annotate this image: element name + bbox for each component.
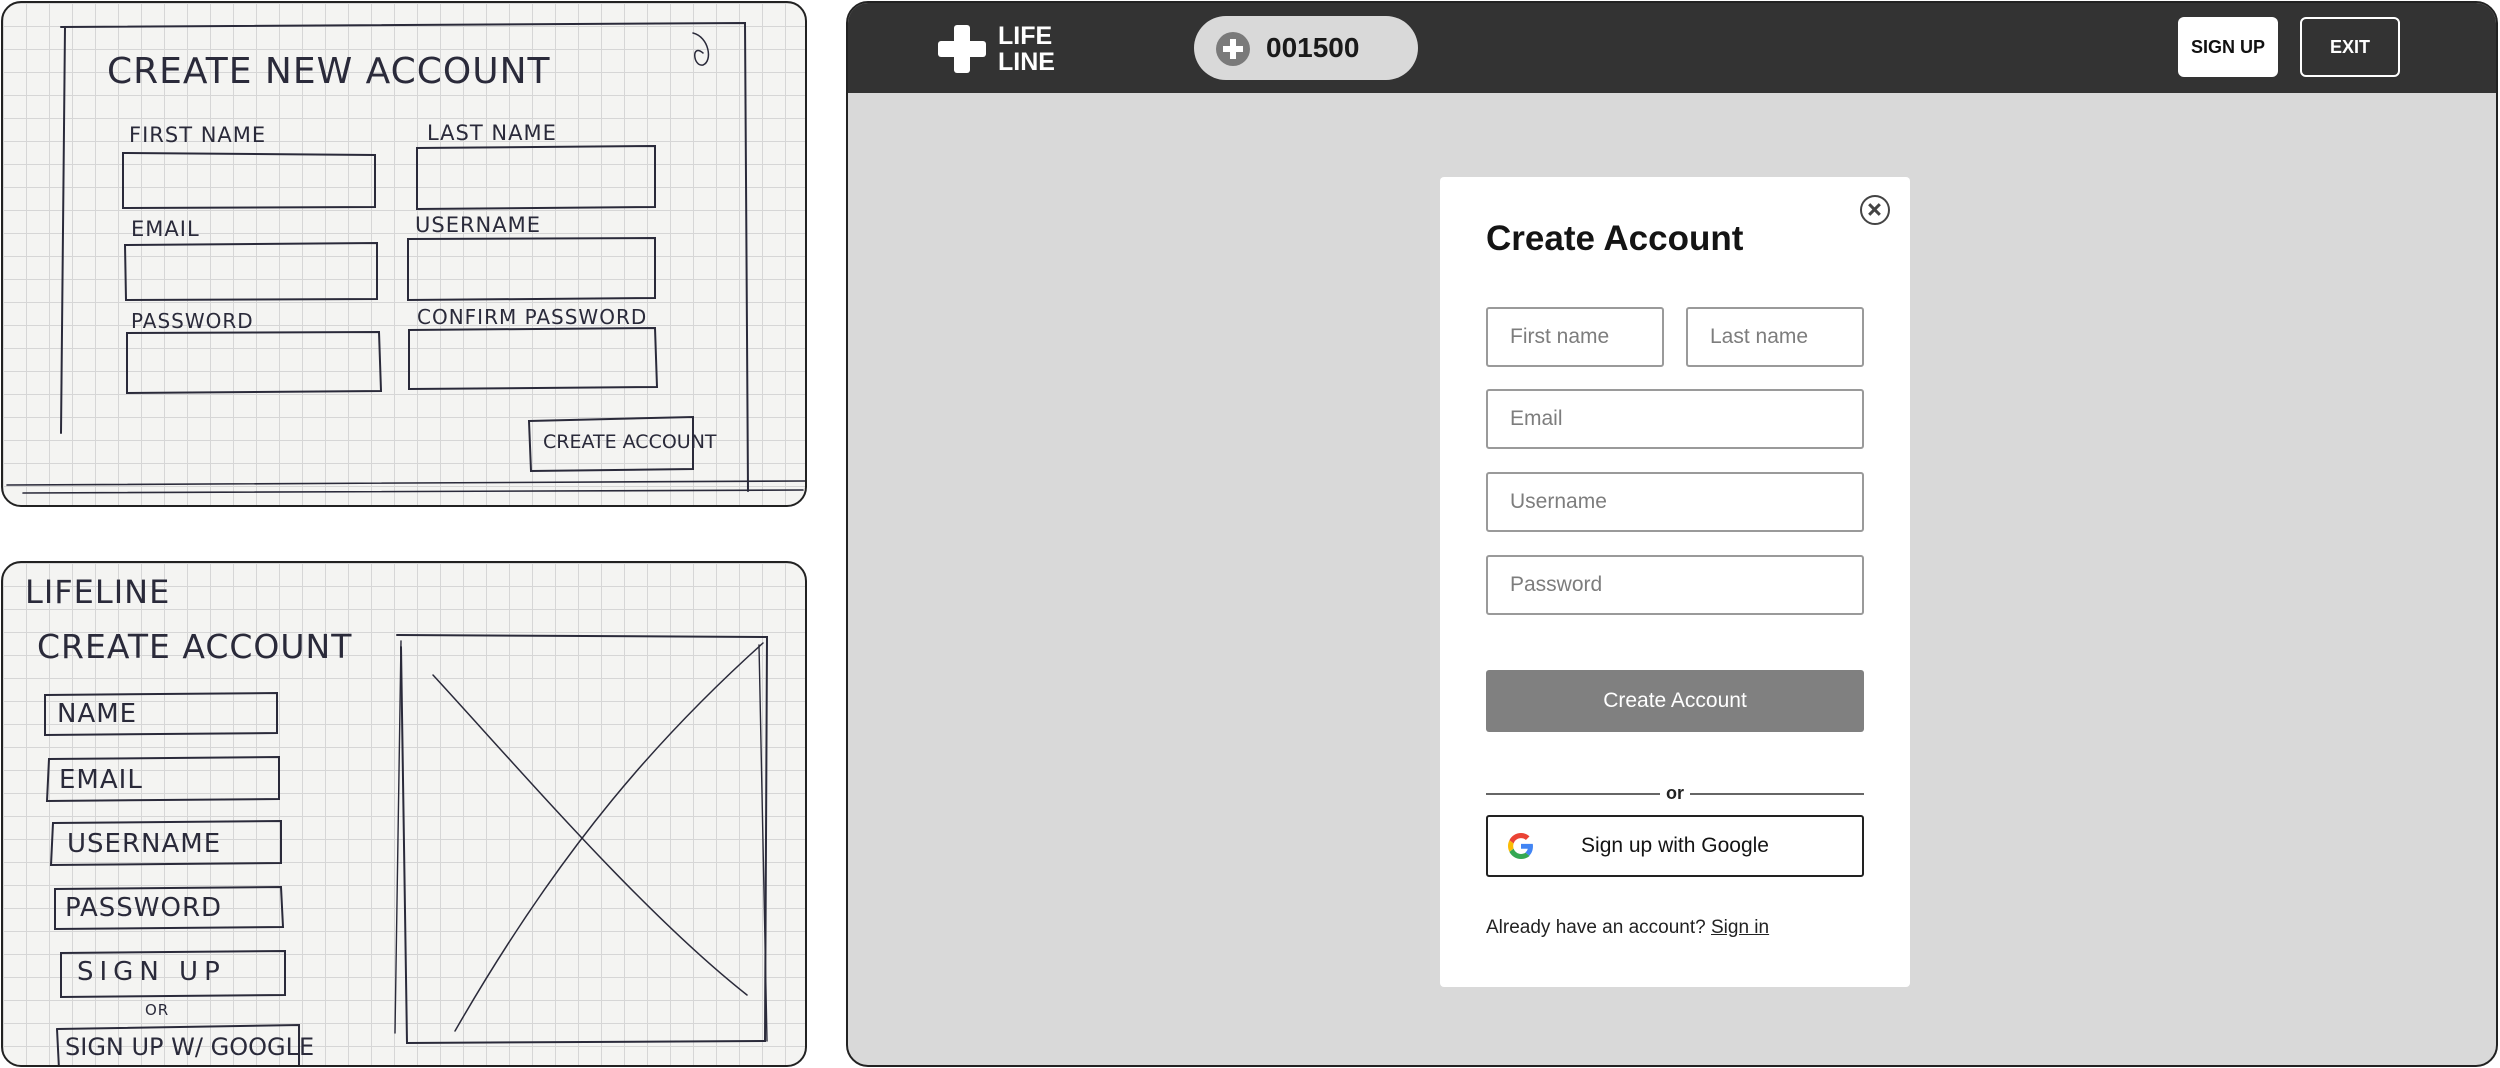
sketch-title: CREATE NEW ACCOUNT [107, 51, 551, 92]
plus-circle-icon [1216, 32, 1250, 66]
sketch-field-password: PASSWORD [65, 893, 223, 923]
exit-button[interactable]: EXIT [2300, 17, 2400, 77]
app-mockup: LIFE LINE 001500 SIGN UP EXIT Create Acc… [846, 1, 2498, 1067]
sketch-field-name: NAME [57, 699, 138, 729]
password-field[interactable] [1486, 555, 1864, 615]
signup-button[interactable]: SIGN UP [2178, 17, 2278, 77]
sketch-create-account-button: CREATE ACCOUNT [543, 431, 717, 453]
sketch-lifeline-signup: LIFELINE CREATE ACCOUNT NAME EMAIL USERN… [1, 561, 807, 1067]
sketch-label-email: EMAIL [131, 217, 200, 241]
sketch-field-email: EMAIL [59, 765, 143, 795]
sketch-label-last-name: LAST NAME [427, 121, 557, 145]
sketch-google-button: SIGN UP W/ GOOGLE [65, 1033, 315, 1061]
points-pill: 001500 [1194, 16, 1418, 80]
already-account-text: Already have an account? [1486, 917, 1706, 938]
sketch-field-username: USERNAME [67, 829, 222, 859]
logo-line-1: LIFE [998, 22, 1053, 50]
sketch-label-confirm-password: CONFIRM PASSWORD [417, 305, 648, 329]
or-divider: or [1486, 783, 1864, 803]
google-button-label: Sign up with Google [1581, 834, 1769, 857]
first-name-field[interactable] [1486, 307, 1664, 367]
username-field[interactable] [1486, 472, 1864, 532]
close-icon[interactable] [1860, 195, 1890, 225]
sketch-label-password: PASSWORD [131, 309, 254, 333]
sketch-create-new-account: CREATE NEW ACCOUNT FIRST NAME LAST NAME … [1, 1, 807, 507]
google-icon [1508, 833, 1533, 859]
sketch-or: OR [145, 1001, 170, 1019]
email-field[interactable] [1486, 389, 1864, 449]
create-account-button[interactable]: Create Account [1486, 670, 1864, 732]
sketch-brand: LIFELINE [25, 573, 171, 611]
modal-title: Create Account [1486, 219, 1744, 258]
create-account-modal: Create Account Create Account or Sign up… [1440, 177, 1910, 987]
last-name-field[interactable] [1686, 307, 1864, 367]
logo-line-2: LINE [998, 48, 1055, 76]
sketch-title-2: CREATE ACCOUNT [37, 627, 353, 666]
sketch-label-username: USERNAME [415, 213, 542, 237]
signin-link[interactable]: Sign in [1711, 917, 1769, 938]
google-signup-button[interactable]: Sign up with Google [1486, 815, 1864, 877]
divider-line-right [1690, 793, 1864, 795]
top-nav-bar: LIFE LINE 001500 SIGN UP EXIT [848, 3, 2496, 93]
sketch-label-first-name: FIRST NAME [129, 123, 267, 147]
plus-logo-icon [938, 25, 986, 73]
sketch-signup-button: SIGN UP [77, 957, 226, 987]
logo-text: LIFE LINE [998, 23, 1078, 75]
signin-prompt: Already have an account? Sign in [1486, 917, 1769, 939]
points-value: 001500 [1266, 32, 1360, 63]
